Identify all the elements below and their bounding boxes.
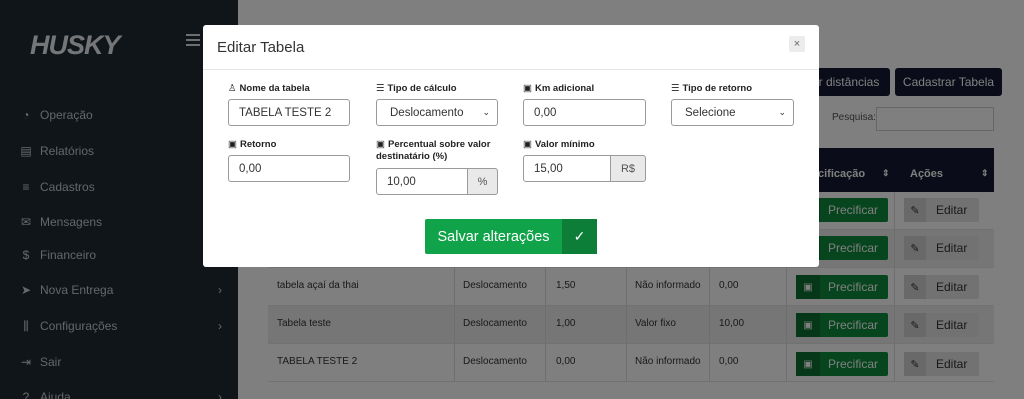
money-icon: ▣	[228, 139, 237, 150]
save-label: Salvar alterações	[437, 228, 550, 245]
retorno-label: ▣ Retorno	[228, 139, 277, 150]
modal-title: Editar Tabela	[217, 39, 305, 56]
km-adicional-label: ▣ Km adicional	[523, 83, 595, 94]
tipo-calculo-value: Deslocamento	[390, 106, 464, 119]
save-button[interactable]: Salvar alterações ✓	[425, 219, 597, 254]
valor-minimo-field[interactable]: 15,00	[523, 155, 611, 182]
list-icon: ☰	[671, 83, 680, 94]
nome-tabela-label: ♙ Nome da tabela	[228, 83, 310, 94]
currency-addon: R$	[610, 155, 646, 182]
tipo-retorno-value: Selecione	[685, 106, 736, 119]
retorno-field[interactable]: 0,00	[228, 155, 350, 182]
tipo-retorno-label: ☰ Tipo de retorno	[671, 83, 753, 94]
tipo-retorno-select[interactable]: Selecione ⌄	[671, 99, 794, 126]
user-icon: ♙	[228, 83, 237, 94]
tipo-calculo-select[interactable]: Deslocamento ⌄	[376, 99, 498, 126]
edit-table-modal: Editar Tabela × ♙ Nome da tabela ☰ Tipo de…	[203, 25, 819, 267]
percentual-field[interactable]: 10,00	[376, 168, 468, 195]
chevron-down-icon: ⌄	[778, 107, 786, 117]
nome-tabela-field[interactable]: TABELA TESTE 2	[228, 99, 350, 126]
percentual-label: ▣ Percentual sobre valor destinatário (%)	[376, 139, 491, 162]
tipo-calculo-label: ☰ Tipo de cálculo	[376, 83, 457, 94]
check-icon: ✓	[562, 219, 597, 254]
modal-header: Editar Tabela ×	[203, 25, 819, 70]
km-adicional-field[interactable]: 0,00	[523, 99, 646, 126]
money-icon: ▣	[376, 139, 385, 150]
percent-addon: %	[467, 168, 498, 195]
chevron-down-icon: ⌄	[482, 107, 490, 117]
list-icon: ☰	[376, 83, 385, 94]
valor-minimo-label: ▣ Valor mínimo	[523, 139, 595, 150]
money-icon: ▣	[523, 139, 532, 150]
close-icon[interactable]: ×	[789, 36, 805, 52]
money-icon: ▣	[523, 83, 532, 94]
